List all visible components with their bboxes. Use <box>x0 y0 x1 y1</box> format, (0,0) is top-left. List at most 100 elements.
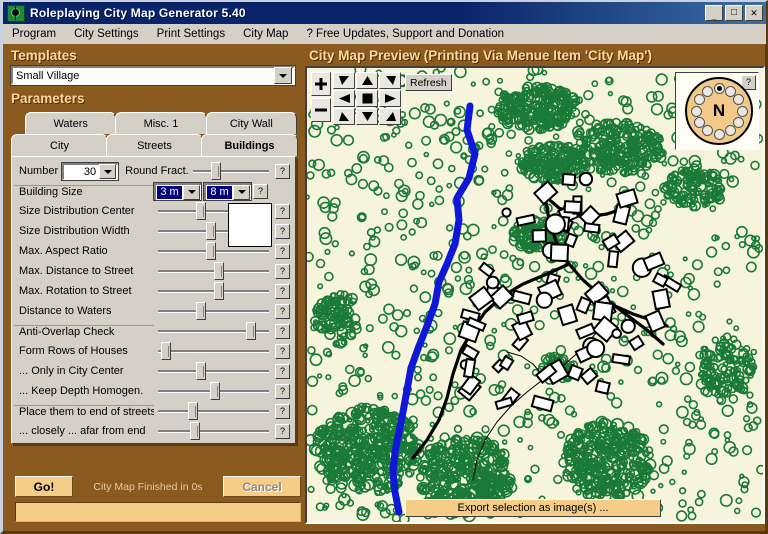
compass-control[interactable]: ? N <box>675 72 759 150</box>
slider-thumb[interactable] <box>161 342 171 360</box>
plus-icon <box>315 78 327 90</box>
compass-direction-dot[interactable] <box>725 125 736 137</box>
zoom-out-button[interactable] <box>311 98 331 122</box>
pan-west-button[interactable] <box>333 90 355 107</box>
compass-direction-dot[interactable] <box>690 105 702 117</box>
templates-heading: Templates <box>11 48 77 63</box>
refresh-button[interactable]: Refresh <box>405 74 452 91</box>
tab-waters[interactable]: Waters <box>25 112 117 134</box>
chevron-down-icon[interactable] <box>274 67 292 84</box>
parameter-label: Max. Aspect Ratio <box>14 245 154 257</box>
menu-city-settings[interactable]: City Settings <box>65 26 148 42</box>
parameter-slider[interactable] <box>154 321 273 341</box>
minimize-button[interactable]: _ <box>705 5 723 21</box>
pan-south-button[interactable] <box>356 108 378 125</box>
help-button-round-fract[interactable]: ? <box>275 163 290 179</box>
tab-row-upper: Waters Misc. 1 City Wall <box>11 112 297 134</box>
help-button-building-size[interactable]: ? <box>253 183 268 199</box>
pan-north-button[interactable] <box>356 72 378 89</box>
building-size-max-select[interactable]: 8 m <box>203 181 252 201</box>
slider-thumb[interactable] <box>246 322 256 340</box>
compass-direction-dot[interactable] <box>702 125 713 137</box>
slider-thumb[interactable] <box>190 422 200 440</box>
template-select[interactable]: Small Village <box>10 65 296 86</box>
slider-thumb[interactable] <box>196 202 206 220</box>
chevron-down-icon[interactable] <box>99 164 117 179</box>
slider-thumb[interactable] <box>206 242 216 260</box>
compass-direction-dot[interactable] <box>733 117 745 128</box>
row-parameter: Max. Distance to Street? <box>14 261 293 281</box>
help-button[interactable]: ? <box>275 383 290 399</box>
tab-streets[interactable]: Streets <box>106 134 203 156</box>
pan-southwest-button[interactable] <box>333 108 355 125</box>
pan-northwest-button[interactable] <box>333 72 355 89</box>
map-preview[interactable]: Refresh ? N Export selection as image(s)… <box>305 66 765 524</box>
slider-thumb[interactable] <box>196 362 206 380</box>
parameter-slider[interactable] <box>154 301 273 321</box>
compass-direction-dot[interactable] <box>713 128 725 140</box>
slider-track <box>158 430 269 433</box>
go-button[interactable]: Go! <box>15 476 73 497</box>
compass-direction-dot[interactable] <box>713 82 725 94</box>
compass-direction-dot[interactable] <box>702 85 713 97</box>
building-size-min-select[interactable]: 3 m <box>153 181 202 201</box>
close-button[interactable]: ✕ <box>745 5 763 21</box>
zoom-in-button[interactable] <box>311 72 331 96</box>
maximize-button[interactable]: □ <box>725 5 743 21</box>
menu-city-map[interactable]: City Map <box>234 26 297 42</box>
help-button[interactable]: ? <box>275 363 290 379</box>
parameter-slider[interactable] <box>154 281 273 301</box>
slider-thumb[interactable] <box>196 302 206 320</box>
parameter-label: Size Distribution Center <box>14 205 154 217</box>
compass-dial[interactable]: N <box>685 77 753 145</box>
parameter-slider[interactable] <box>154 381 273 401</box>
number-input[interactable]: 30 <box>61 161 120 181</box>
tab-city[interactable]: City <box>11 134 108 156</box>
help-button[interactable]: ? <box>275 223 290 239</box>
slider-thumb[interactable] <box>214 282 224 300</box>
help-button[interactable]: ? <box>275 243 290 259</box>
menu-help-updates[interactable]: ? Free Updates, Support and Donation <box>297 26 513 42</box>
left-panel: Templates Small Village Parameters Water… <box>7 48 301 530</box>
help-button[interactable]: ? <box>275 343 290 359</box>
menu-program[interactable]: Program <box>3 26 65 42</box>
slider-thumb[interactable] <box>188 402 198 420</box>
help-button[interactable]: ? <box>275 263 290 279</box>
export-image-button[interactable]: Export selection as image(s) ... <box>405 499 661 517</box>
pan-southeast-button[interactable] <box>379 108 401 125</box>
help-button[interactable]: ? <box>275 203 290 219</box>
slider-thumb[interactable] <box>210 382 220 400</box>
pan-northeast-button[interactable] <box>379 72 401 89</box>
slider-thumb[interactable] <box>206 222 216 240</box>
help-button[interactable]: ? <box>275 423 290 439</box>
chevron-down-icon[interactable] <box>233 184 250 200</box>
compass-direction-dot[interactable] <box>693 117 705 128</box>
cancel-button[interactable]: Cancel <box>223 476 301 497</box>
menu-print-settings[interactable]: Print Settings <box>148 26 234 42</box>
arrow-up-icon <box>361 76 373 85</box>
help-button[interactable]: ? <box>275 323 290 339</box>
compass-direction-dot[interactable] <box>736 105 748 117</box>
slider-track <box>158 310 269 313</box>
help-button[interactable]: ? <box>275 283 290 299</box>
tab-row-lower: City Streets Buildings <box>11 134 298 156</box>
parameter-slider[interactable] <box>154 421 273 441</box>
pan-east-button[interactable] <box>379 90 401 107</box>
round-fract-slider[interactable] <box>189 161 273 181</box>
help-button[interactable]: ? <box>275 303 290 319</box>
help-button[interactable]: ? <box>275 403 290 419</box>
application-window: Roleplaying City Map Generator 5.40 _ □ … <box>0 0 768 534</box>
slider-thumb[interactable] <box>214 262 224 280</box>
parameter-slider[interactable] <box>154 341 273 361</box>
parameter-slider[interactable] <box>154 261 273 281</box>
tab-buildings[interactable]: Buildings <box>201 134 298 156</box>
tab-city-wall[interactable]: City Wall <box>205 112 297 134</box>
pan-center-button[interactable] <box>356 90 378 107</box>
parameter-slider[interactable] <box>154 361 273 381</box>
tab-misc1[interactable]: Misc. 1 <box>115 112 207 134</box>
parameter-label: ... closely ... afar from end <box>14 425 154 437</box>
slider-thumb[interactable] <box>210 162 221 180</box>
chevron-down-icon[interactable] <box>183 184 200 200</box>
color-swatch[interactable] <box>228 203 272 247</box>
parameter-slider[interactable] <box>154 401 273 421</box>
